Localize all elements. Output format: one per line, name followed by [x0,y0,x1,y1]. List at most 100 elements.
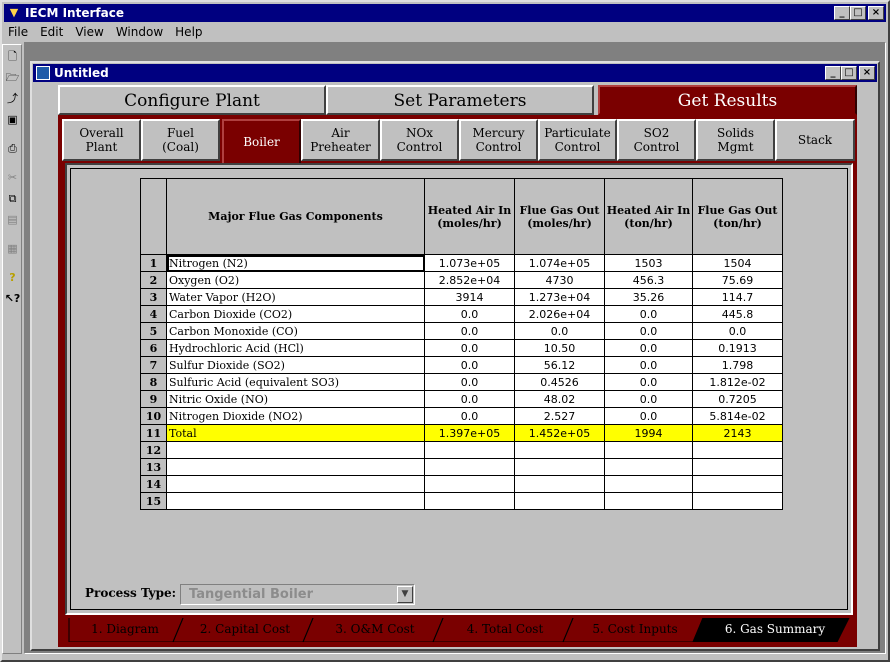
help-icon[interactable]: ? [4,269,21,286]
value-cell[interactable]: 0.0 [424,356,515,374]
subtab-mercury-control[interactable]: Mercury Control [459,119,538,161]
row-number[interactable]: 5 [140,322,167,340]
component-cell[interactable]: Nitrogen (N2) [166,254,425,272]
value-cell[interactable] [424,492,515,510]
row-number[interactable]: 12 [140,441,167,459]
value-cell[interactable] [514,475,605,493]
subtab-fuel[interactable]: Fuel (Coal) [141,119,220,161]
value-cell[interactable]: 0.1913 [692,339,783,357]
paste-icon[interactable]: ▤ [4,211,21,228]
tab-diagram[interactable]: 1. Diagram [75,618,175,642]
tab-gas-summary[interactable]: 6. Gas Summary [705,618,845,642]
value-cell[interactable] [692,458,783,476]
value-cell[interactable]: 0.4526 [514,373,605,391]
import-icon[interactable]: ⤴ [4,90,21,107]
print-icon[interactable]: ⎙ [4,140,21,157]
component-cell[interactable] [166,441,425,459]
value-cell[interactable]: 0.0 [604,339,693,357]
row-number[interactable]: 4 [140,305,167,323]
component-cell[interactable]: Sulfur Dioxide (SO2) [166,356,425,374]
minimize-button[interactable]: _ [834,6,850,20]
value-cell[interactable]: 0.0 [424,322,515,340]
subtab-air-preheater[interactable]: Air Preheater [301,119,380,161]
value-cell[interactable]: 0.0 [424,407,515,425]
subtab-overall-plant[interactable]: Overall Plant [62,119,141,161]
component-cell[interactable]: Nitrogen Dioxide (NO2) [166,407,425,425]
app-title-bar[interactable]: ▼ IECM Interface _ □ × [4,4,886,22]
value-cell[interactable]: 1.273e+04 [514,288,605,306]
subtab-particulate-control[interactable]: Particulate Control [538,119,617,161]
row-number[interactable]: 15 [140,492,167,510]
value-cell[interactable]: 4730 [514,271,605,289]
process-type-select[interactable]: Tangential Boiler ▼ [180,584,415,605]
row-number[interactable]: 1 [140,254,167,272]
subtab-so2-control[interactable]: SO2 Control [617,119,696,161]
tab-configure-plant[interactable]: Configure Plant [58,85,326,115]
value-cell[interactable] [604,475,693,493]
tab-om-cost[interactable]: 3. O&M Cost [315,618,435,642]
tab-cost-inputs[interactable]: 5. Cost Inputs [575,618,695,642]
value-cell[interactable]: 2.026e+04 [514,305,605,323]
copy-icon[interactable]: ⧉ [4,190,21,207]
row-number[interactable]: 10 [140,407,167,425]
tab-set-parameters[interactable]: Set Parameters [326,85,594,115]
menu-help[interactable]: Help [169,23,208,41]
row-number[interactable]: 9 [140,390,167,408]
context-help-icon[interactable]: ↖? [4,290,21,307]
value-cell[interactable] [424,458,515,476]
component-cell[interactable]: Carbon Dioxide (CO2) [166,305,425,323]
component-cell[interactable]: Total [166,424,425,442]
value-cell[interactable]: 1.812e-02 [692,373,783,391]
value-cell[interactable]: 1.798 [692,356,783,374]
value-cell[interactable]: 114.7 [692,288,783,306]
row-number[interactable]: 11 [140,424,167,442]
component-cell[interactable]: Carbon Monoxide (CO) [166,322,425,340]
value-cell[interactable]: 0.0 [604,407,693,425]
value-cell[interactable]: 1.397e+05 [424,424,515,442]
child-minimize-button[interactable]: _ [825,66,841,80]
value-cell[interactable]: 3914 [424,288,515,306]
chevron-down-icon[interactable]: ▼ [397,586,413,603]
component-cell[interactable]: Hydrochloric Acid (HCl) [166,339,425,357]
value-cell[interactable] [604,441,693,459]
menu-view[interactable]: View [69,23,109,41]
value-cell[interactable]: 0.0 [424,390,515,408]
menu-window[interactable]: Window [110,23,169,41]
value-cell[interactable] [514,441,605,459]
menu-file[interactable]: File [4,23,34,41]
subtab-boiler[interactable]: Boiler [222,119,301,165]
value-cell[interactable] [692,475,783,493]
child-maximize-button[interactable]: □ [841,66,857,80]
maximize-button[interactable]: □ [850,6,866,20]
row-number[interactable]: 2 [140,271,167,289]
child-close-button[interactable]: × [859,66,875,80]
value-cell[interactable]: 1.452e+05 [514,424,605,442]
value-cell[interactable]: 0.0 [604,390,693,408]
subtab-stack[interactable]: Stack [775,119,855,161]
value-cell[interactable] [424,475,515,493]
open-folder-icon[interactable]: 🗁 [4,69,21,86]
component-cell[interactable]: Water Vapor (H2O) [166,288,425,306]
value-cell[interactable] [604,492,693,510]
value-cell[interactable] [514,458,605,476]
row-number[interactable]: 3 [140,288,167,306]
value-cell[interactable]: 2.852e+04 [424,271,515,289]
row-number[interactable]: 6 [140,339,167,357]
component-cell[interactable] [166,475,425,493]
tab-capital-cost[interactable]: 2. Capital Cost [185,618,305,642]
value-cell[interactable]: 0.0 [424,305,515,323]
tab-get-results[interactable]: Get Results [598,85,857,115]
value-cell[interactable]: 1504 [692,254,783,272]
subtab-solids-mgmt[interactable]: Solids Mgmt [696,119,775,161]
value-cell[interactable]: 1.073e+05 [424,254,515,272]
value-cell[interactable]: 75.69 [692,271,783,289]
value-cell[interactable]: 0.0 [514,322,605,340]
value-cell[interactable]: 1994 [604,424,693,442]
value-cell[interactable] [604,458,693,476]
new-document-icon[interactable]: 🗋 [4,48,21,65]
component-cell[interactable]: Oxygen (O2) [166,271,425,289]
value-cell[interactable]: 35.26 [604,288,693,306]
value-cell[interactable]: 0.0 [604,356,693,374]
properties-icon[interactable]: ▦ [4,240,21,257]
row-number[interactable]: 8 [140,373,167,391]
